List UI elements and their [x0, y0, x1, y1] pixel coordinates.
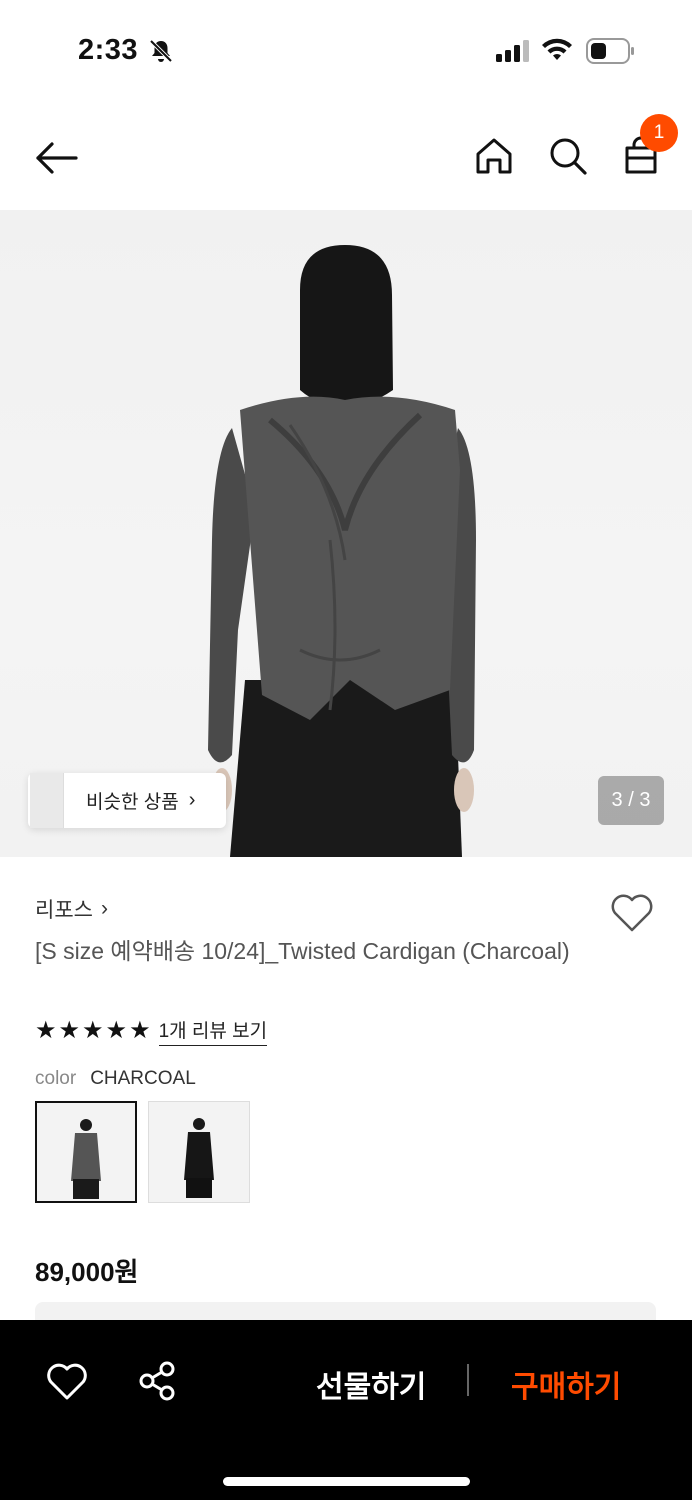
search-icon[interactable] — [546, 134, 590, 178]
brand-name: 리포스 — [35, 899, 93, 922]
buy-button[interactable]: 구매하기 — [511, 1362, 621, 1406]
rating-stars: ★ ★ ★ ★ ★ — [35, 1017, 151, 1045]
home-indicator — [223, 1477, 470, 1486]
signal-icon — [496, 40, 532, 67]
similar-products-button[interactable]: 비슷한 상품 › — [28, 773, 226, 828]
divider — [467, 1364, 469, 1396]
chevron-right-icon: › — [100, 897, 108, 920]
color-swatch-charcoal[interactable] — [35, 1101, 137, 1203]
bottom-action-bar: 선물하기 구매하기 — [0, 1320, 692, 1500]
model-photo — [208, 245, 476, 857]
wifi-icon — [541, 38, 573, 67]
top-nav: 1 — [0, 110, 692, 206]
status-bar: 2:33 — [0, 0, 692, 100]
similar-products-label: 비슷한 상품 — [86, 792, 179, 813]
bell-slash-icon — [148, 38, 174, 69]
home-icon[interactable] — [472, 134, 516, 178]
heart-icon[interactable] — [46, 1362, 88, 1402]
price: 89,000원 — [35, 1257, 139, 1287]
color-value: CHARCOAL — [90, 1068, 196, 1089]
color-label: color — [35, 1068, 77, 1089]
cart-count-badge: 1 — [640, 114, 678, 152]
star-icon: ★ — [58, 1017, 81, 1044]
chevron-right-icon: › — [188, 789, 196, 811]
review-link[interactable]: 1개 리뷰 보기 — [158, 1016, 268, 1046]
star-icon: ★ — [105, 1017, 128, 1044]
star-icon: ★ — [129, 1017, 151, 1044]
star-icon: ★ — [82, 1017, 104, 1044]
similar-thumbnails — [28, 773, 66, 828]
color-swatch-black[interactable] — [148, 1101, 250, 1203]
color-row: color CHARCOAL — [35, 1068, 196, 1090]
share-icon[interactable] — [137, 1360, 179, 1402]
wishlist-heart-icon[interactable] — [609, 892, 655, 934]
brand-link[interactable]: 리포스 › — [35, 894, 108, 924]
rating-row: ★ ★ ★ ★ ★ 1개 리뷰 보기 — [35, 1016, 268, 1046]
status-time: 2:33 — [78, 34, 139, 66]
star-icon: ★ — [35, 1017, 57, 1044]
product-image[interactable]: 비슷한 상품 › 3 / 3 — [0, 210, 692, 857]
swatch-charcoal-photo — [37, 1103, 135, 1201]
back-arrow-icon[interactable] — [30, 136, 82, 180]
battery-icon — [586, 38, 636, 69]
product-title: [S size 예약배송 10/24]_Twisted Cardigan (Ch… — [35, 938, 570, 964]
gift-button[interactable]: 선물하기 — [316, 1362, 426, 1406]
swatch-black-photo — [149, 1102, 249, 1202]
image-counter: 3 / 3 — [598, 776, 664, 825]
